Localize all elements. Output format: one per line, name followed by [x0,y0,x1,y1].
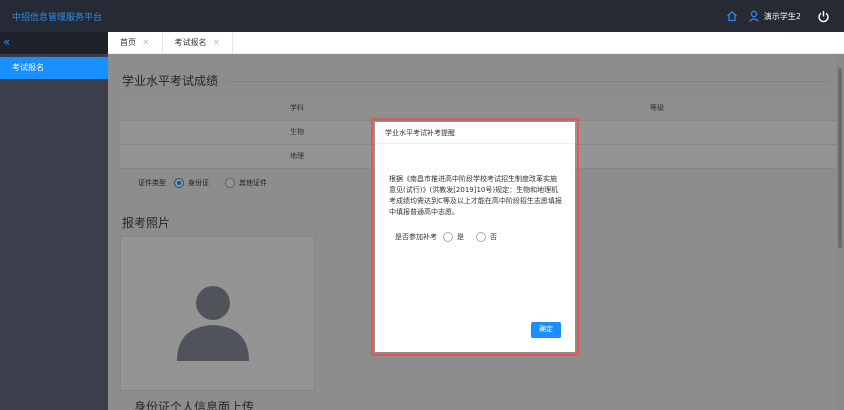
close-icon[interactable]: × [213,38,221,48]
tab-bar: 首页 × 考试报名 × [108,31,844,54]
tab-home[interactable]: 首页 × [108,31,163,54]
home-icon[interactable] [726,10,738,22]
radio-unchecked-icon[interactable] [476,232,486,242]
makeup-question: 是否参加补考 是 否 [375,232,575,242]
makeup-exam-dialog: 学业水平考试补考提醒 根据《南昌市推进高中阶段学校考试招生制度改革实施意见(试行… [371,118,579,356]
close-icon[interactable]: × [142,38,150,48]
option-label: 是 [457,233,464,241]
dialog-title: 学业水平考试补考提醒 [375,122,575,144]
logout-icon[interactable] [817,10,830,23]
top-bar: 中招信息管理服务平台 演示学生2 [0,0,844,32]
sidebar-item-exam-registration[interactable]: 考试报名 [0,57,108,79]
user-name: 演示学生2 [763,11,801,21]
question-label: 是否参加补考 [395,233,437,241]
dialog-message: 根据《南昌市推进高中阶段学校考试招生制度改革实施意见(试行)》(洪教发[2019… [389,175,562,216]
option-yes[interactable]: 是 [443,232,464,242]
user-icon [748,10,759,22]
option-no[interactable]: 否 [476,232,497,242]
option-label: 否 [490,233,497,241]
radio-unchecked-icon[interactable] [443,232,453,242]
topbar-actions: 演示学生2 [726,0,830,32]
tab-label: 考试报名 [174,38,207,47]
sidebar: « 考试报名 [0,32,108,410]
app-title: 中招信息管理服务平台 [12,12,103,23]
tab-exam-registration[interactable]: 考试报名 × [163,31,234,54]
user-menu[interactable]: 演示学生2 [748,10,801,22]
tab-label: 首页 [120,38,136,47]
sidebar-collapse-button[interactable]: « [0,32,108,54]
confirm-button[interactable]: 确定 [531,322,561,338]
